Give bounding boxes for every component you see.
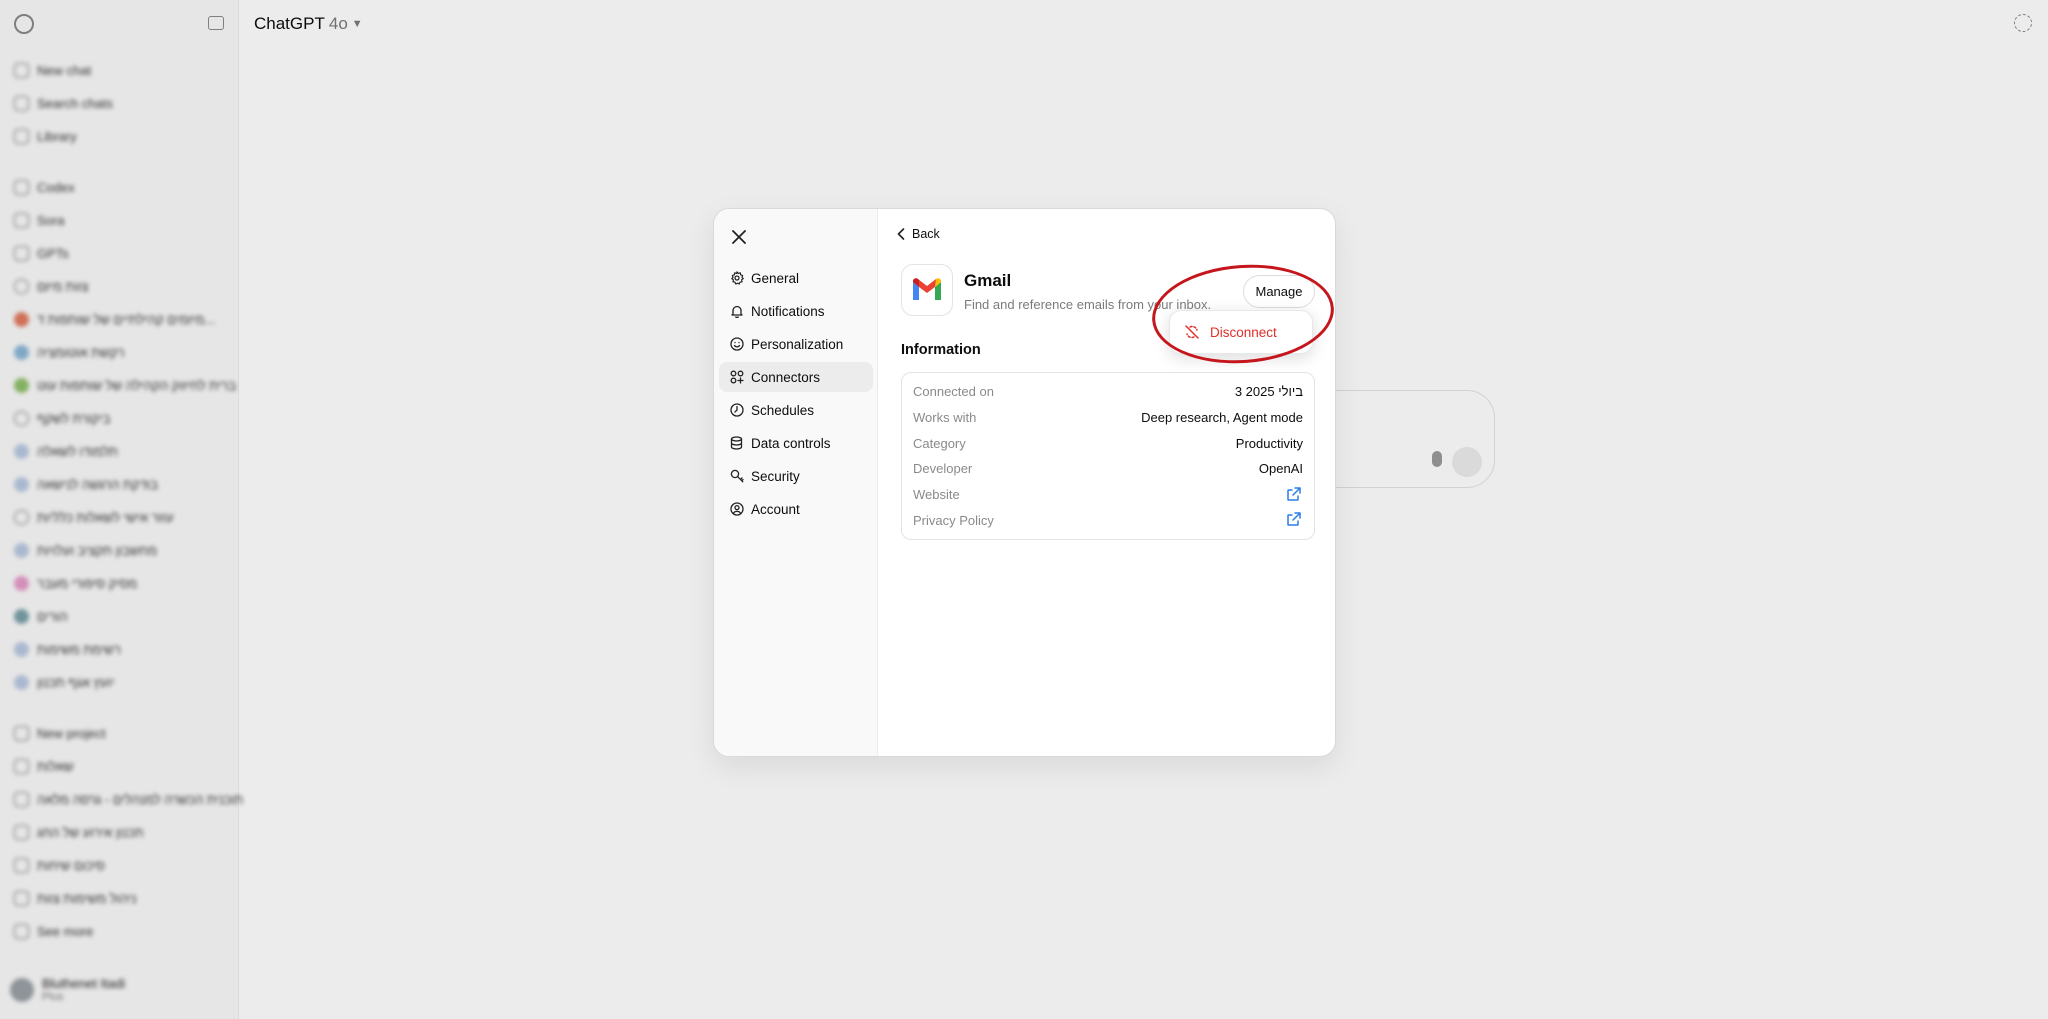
info-row-website: Website bbox=[913, 482, 1303, 508]
information-heading: Information bbox=[901, 342, 981, 358]
info-row-category: Category Productivity bbox=[913, 430, 1303, 456]
user-icon bbox=[729, 502, 744, 517]
info-label: Works with bbox=[913, 410, 977, 426]
database-icon bbox=[729, 436, 744, 451]
info-label: Website bbox=[913, 487, 960, 503]
info-label: Developer bbox=[913, 461, 973, 477]
information-table: Connected on 3 ביולי 2025 Works with Dee… bbox=[901, 372, 1315, 540]
nav-item-label: General bbox=[751, 270, 800, 286]
gmail-logo-icon bbox=[901, 264, 953, 316]
info-label: Connected on bbox=[913, 384, 994, 400]
info-row-developer: Developer OpenAI bbox=[913, 456, 1303, 482]
nav-item-account[interactable]: Account bbox=[719, 494, 873, 524]
close-button[interactable] bbox=[728, 226, 750, 248]
disconnect-label: Disconnect bbox=[1210, 324, 1277, 340]
external-link-icon[interactable] bbox=[1287, 512, 1303, 528]
info-value: Productivity bbox=[1235, 435, 1303, 451]
nav-item-label: Account bbox=[751, 501, 800, 517]
info-row-connected-on: Connected on 3 ביולי 2025 bbox=[913, 379, 1303, 405]
chevron-left-icon bbox=[897, 228, 905, 240]
external-link-icon[interactable] bbox=[1287, 486, 1303, 503]
settings-modal: General Notifications Personalization Conne… bbox=[713, 208, 1336, 757]
nav-item-security[interactable]: Security bbox=[719, 461, 873, 491]
connector-name: Gmail bbox=[964, 271, 1012, 290]
nav-item-label: Notifications bbox=[751, 303, 825, 319]
nav-item-label: Connectors bbox=[751, 369, 821, 385]
connector-description: Find and reference emails from your inbo… bbox=[964, 297, 1212, 312]
manage-button[interactable]: Manage bbox=[1243, 275, 1315, 308]
info-row-works-with: Works with Deep research, Agent mode bbox=[913, 405, 1303, 431]
nav-item-label: Personalization bbox=[751, 336, 844, 352]
info-value: Deep research, Agent mode bbox=[1141, 410, 1303, 426]
nav-item-label: Security bbox=[751, 468, 800, 484]
info-label: Category bbox=[913, 435, 966, 451]
nav-item-label: Data controls bbox=[751, 435, 831, 451]
info-value: 3 ביולי 2025 bbox=[1234, 384, 1303, 400]
nav-item-general[interactable]: General bbox=[719, 263, 873, 293]
connector-detail: Back Gmail Find and reference emails fro… bbox=[879, 209, 1335, 756]
info-value: OpenAI bbox=[1258, 461, 1303, 477]
nav-item-connectors[interactable]: Connectors bbox=[719, 362, 873, 392]
connectors-icon bbox=[729, 370, 744, 385]
gear-icon bbox=[729, 271, 744, 286]
bell-icon bbox=[729, 304, 744, 319]
nav-item-notifications[interactable]: Notifications bbox=[719, 296, 873, 326]
nav-item-personalization[interactable]: Personalization bbox=[719, 329, 873, 359]
info-label: Privacy Policy bbox=[913, 512, 994, 528]
disconnect-icon bbox=[1185, 325, 1199, 339]
personalization-icon bbox=[729, 337, 744, 352]
info-row-privacy-policy: Privacy Policy bbox=[913, 507, 1303, 533]
nav-item-data-controls[interactable]: Data controls bbox=[719, 428, 873, 458]
close-icon bbox=[732, 230, 746, 244]
back-button[interactable]: Back bbox=[897, 224, 940, 244]
clock-icon bbox=[729, 403, 744, 418]
nav-item-schedules[interactable]: Schedules bbox=[719, 395, 873, 425]
disconnect-menu-item[interactable]: Disconnect bbox=[1169, 310, 1313, 354]
security-icon bbox=[729, 469, 744, 484]
settings-nav: General Notifications Personalization Conne… bbox=[714, 209, 878, 756]
back-label: Back bbox=[912, 227, 940, 241]
nav-item-label: Schedules bbox=[751, 402, 815, 418]
